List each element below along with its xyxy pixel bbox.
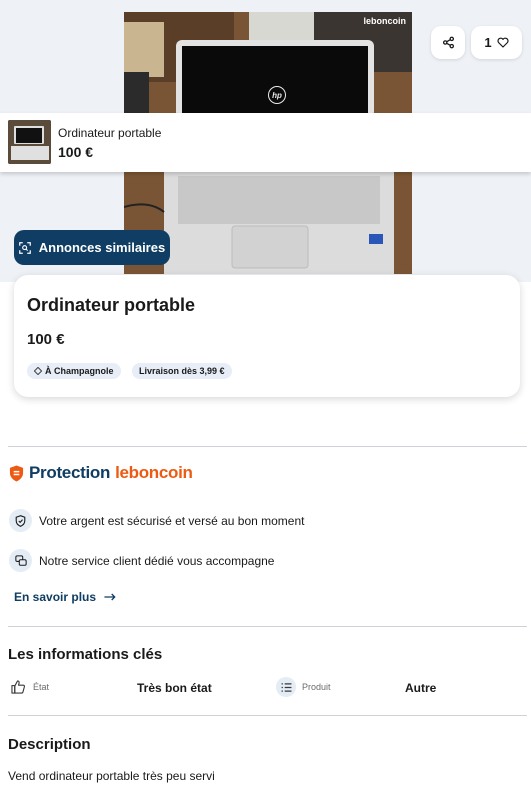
protection-logo: Protection leboncoin — [9, 463, 193, 483]
scan-search-icon — [18, 241, 31, 254]
diamond-pin-icon — [34, 367, 42, 375]
shield-check-icon — [9, 509, 32, 532]
similar-listings-button[interactable]: Annonces similaires — [14, 230, 170, 265]
hp-logo: hp — [268, 86, 286, 104]
key-info-title: Les informations clés — [8, 646, 163, 663]
learn-more-label: En savoir plus — [14, 590, 97, 604]
watermark-text: leboncoin — [363, 16, 407, 26]
protection-feature-text: Votre argent est sécurisé et versé au bo… — [39, 513, 305, 528]
similar-listings-label: Annonces similaires — [38, 240, 166, 255]
protection-title-word: Protection — [29, 463, 111, 482]
share-button[interactable] — [431, 26, 465, 59]
listing-thumbnail — [8, 120, 51, 164]
protection-title-brand: leboncoin — [115, 463, 193, 482]
thumbs-up-icon — [8, 678, 28, 696]
arrow-right-icon — [104, 593, 116, 601]
delivery-chip: Livraison dès 3,99 € — [132, 363, 232, 379]
protection-feature: Votre argent est sécurisé et versé au bo… — [9, 509, 304, 532]
ad-summary-card: Ordinateur portable 100 € À Champagnole … — [14, 275, 520, 397]
product-label: Produit — [302, 682, 331, 692]
learn-more-link[interactable]: En savoir plus — [14, 590, 116, 604]
ad-price: 100 € — [27, 331, 65, 348]
sticky-title: Ordinateur portable — [58, 126, 162, 140]
condition-value: Très bon état — [137, 681, 212, 695]
chat-bubbles-icon — [9, 549, 32, 572]
description-text: Vend ordinateur portable très peu servi — [8, 769, 215, 783]
shield-icon — [9, 465, 24, 481]
protection-feature-text: Notre service client dédié vous accompag… — [39, 553, 275, 568]
favorite-button[interactable]: 1 — [471, 26, 522, 59]
divider — [8, 715, 527, 716]
protection-feature: Notre service client dédié vous accompag… — [9, 549, 274, 572]
description-title: Description — [8, 736, 91, 753]
sticky-listing-header[interactable]: Ordinateur portable 100 € — [0, 113, 531, 172]
location-chip[interactable]: À Champagnole — [27, 363, 121, 379]
location-text: À Champagnole — [45, 366, 114, 376]
condition-label: État — [33, 682, 50, 692]
favorite-count: 1 — [484, 35, 492, 50]
sticky-price: 100 € — [58, 144, 94, 160]
delivery-text: Livraison dès 3,99 € — [139, 366, 225, 376]
share-icon — [442, 36, 454, 49]
divider — [8, 626, 527, 627]
product-value: Autre — [405, 681, 437, 695]
heart-icon — [497, 37, 509, 48]
list-icon — [276, 677, 296, 697]
ad-title: Ordinateur portable — [27, 295, 196, 315]
divider — [8, 446, 527, 447]
